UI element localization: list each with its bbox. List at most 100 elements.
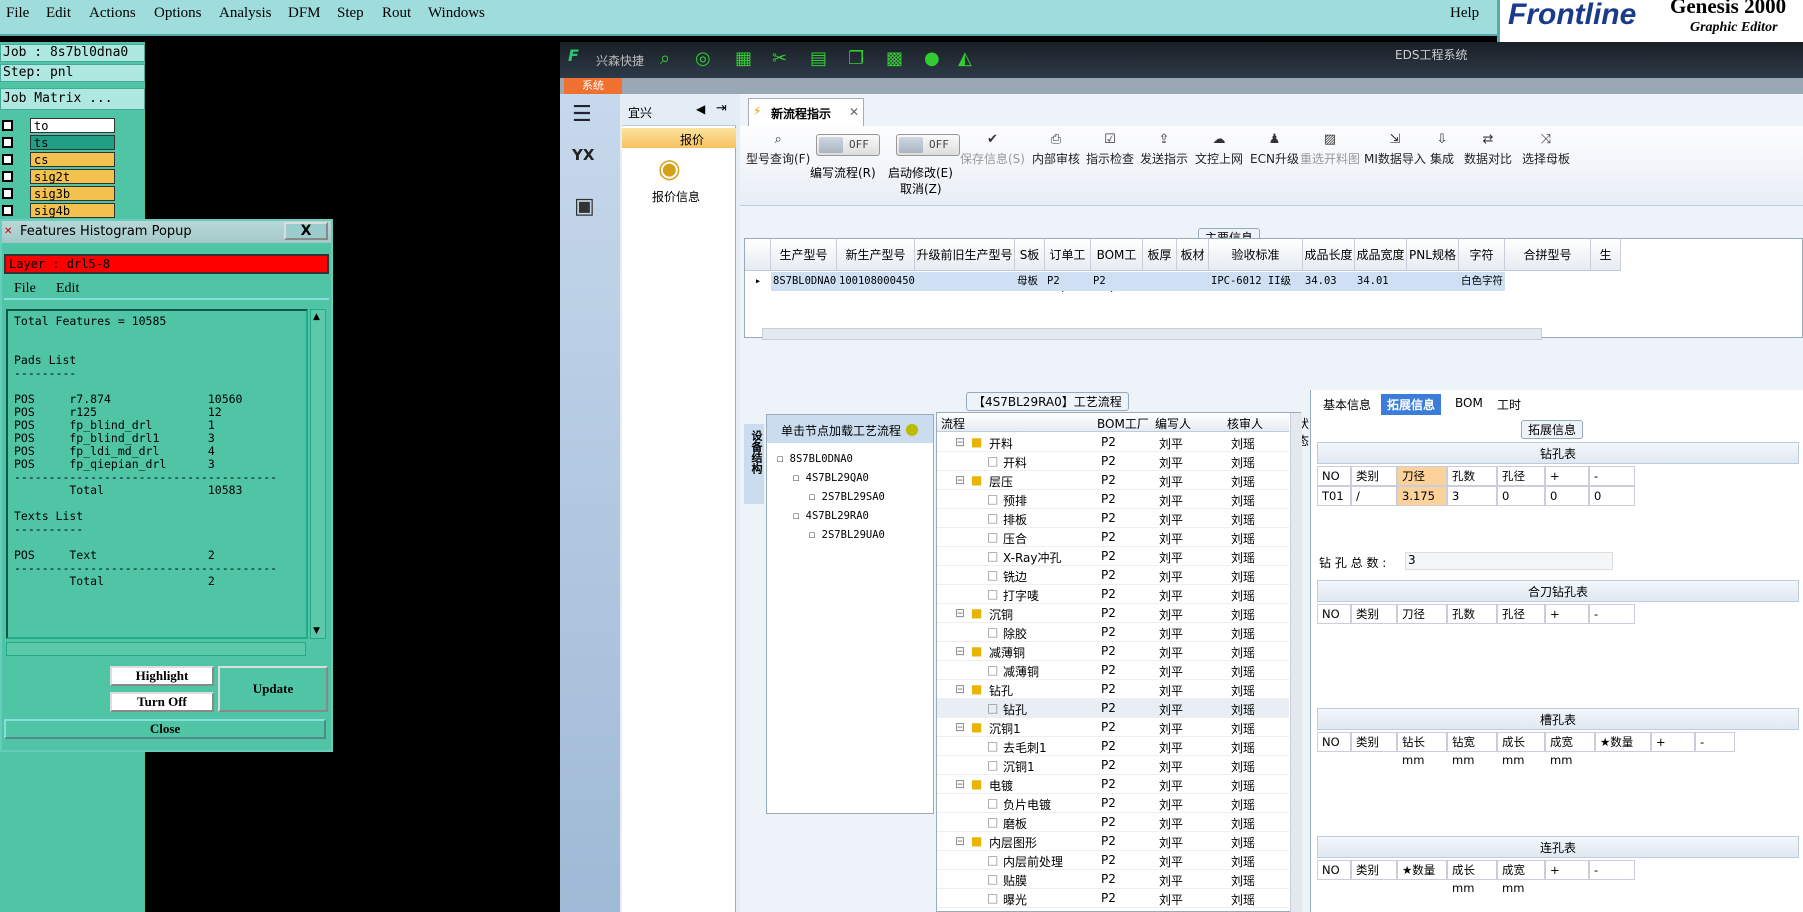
side-label[interactable]: 设备结构 bbox=[744, 424, 764, 504]
table-header-cell[interactable]: NO bbox=[1317, 860, 1351, 880]
layer-checkbox[interactable] bbox=[2, 154, 13, 165]
grid-header-cell[interactable]: 成品长度 bbox=[1303, 239, 1355, 271]
grid-header-cell[interactable]: 成品宽度 bbox=[1355, 239, 1407, 271]
flow-row[interactable]: ⊟■沉铜P2刘平刘瑶已上R bbox=[937, 604, 1289, 623]
table-header-cell[interactable]: 孔径 bbox=[1497, 466, 1545, 486]
layer-row[interactable]: sig4b bbox=[0, 203, 116, 218]
layer-checkbox[interactable] bbox=[2, 205, 13, 216]
menu-file[interactable]: File bbox=[6, 5, 29, 22]
flow-row[interactable]: □内层前处理P2刘平刘瑶已上R bbox=[937, 851, 1289, 870]
flow-row[interactable]: ⊟■减薄铜P2刘平刘瑶已上R bbox=[937, 642, 1289, 661]
flow-row[interactable]: □开料P2刘平刘瑶已上R bbox=[937, 452, 1289, 471]
grid-cell[interactable]: 8S7BL0DNA0 bbox=[771, 272, 837, 291]
grid-header-cell[interactable]: 验收标准 bbox=[1209, 239, 1303, 271]
report-vertical-scrollbar[interactable]: ▲ ▼ bbox=[310, 309, 326, 639]
table-header-cell[interactable]: - bbox=[1589, 860, 1635, 880]
table-header-cell[interactable]: 钻长mm bbox=[1397, 732, 1447, 767]
table-header-cell[interactable]: + bbox=[1651, 732, 1695, 752]
table-header-cell[interactable]: 孔数 bbox=[1447, 466, 1497, 486]
grid-icon[interactable]: ▦ bbox=[735, 48, 752, 69]
layer-checkbox[interactable] bbox=[2, 137, 13, 148]
layer-name[interactable]: to bbox=[30, 118, 115, 133]
grid-header-cell[interactable]: S板 bbox=[1015, 239, 1045, 271]
table-header-cell[interactable]: 孔数 bbox=[1447, 604, 1497, 624]
layer-row[interactable]: sig2t bbox=[0, 169, 116, 184]
table-header-cell[interactable]: + bbox=[1545, 466, 1589, 486]
grid-cell[interactable]: 白色字符 bbox=[1459, 272, 1505, 291]
upload-button[interactable]: ⇪ 发送指示 bbox=[1140, 132, 1188, 167]
table-header-cell[interactable]: NO bbox=[1317, 732, 1351, 752]
job-matrix-button[interactable]: Job Matrix ... bbox=[0, 88, 145, 110]
flow-row[interactable]: ⊟■沉铜1P2刘平刘瑶已上R bbox=[937, 718, 1289, 737]
flow-row[interactable]: □磨板P2刘平刘瑶已上R bbox=[937, 813, 1289, 832]
layer-checkbox[interactable] bbox=[2, 120, 13, 131]
grid-cell[interactable] bbox=[915, 272, 1015, 291]
flow-row[interactable]: □显影P2刘平刘瑶已上R bbox=[937, 908, 1289, 912]
flow-row[interactable]: □X-Ray冲孔P2刘平刘瑶已上R bbox=[937, 547, 1289, 566]
table-cell[interactable]: 0 bbox=[1497, 486, 1545, 506]
layer-name[interactable]: sig2t bbox=[30, 169, 115, 184]
popup-titlebar[interactable]: ✕ Features Histogram Popup X bbox=[2, 221, 331, 243]
table-header-cell[interactable]: ★数量 bbox=[1397, 860, 1447, 880]
grid-header-cell[interactable]: 板材 bbox=[1177, 239, 1209, 271]
grid-cell[interactable] bbox=[1143, 272, 1177, 291]
layer-name[interactable]: sig4b bbox=[30, 203, 115, 218]
printer-button[interactable]: ⎙ 内部审核 bbox=[1032, 132, 1080, 167]
flow-row[interactable]: □排板P2刘平刘瑶已上R bbox=[937, 509, 1289, 528]
layer-name[interactable]: ts bbox=[30, 135, 115, 150]
menu-edit[interactable]: Edit bbox=[46, 5, 71, 22]
flow-row[interactable]: □打字唛P2刘平刘瑶已上R bbox=[937, 585, 1289, 604]
table-header-cell[interactable]: 孔径 bbox=[1497, 604, 1545, 624]
tab-close-icon[interactable]: ✕ bbox=[849, 105, 859, 119]
calculator-icon[interactable]: ▣ bbox=[574, 194, 595, 219]
report-horizontal-scrollbar[interactable] bbox=[6, 642, 306, 656]
highlight-button[interactable]: Highlight bbox=[110, 666, 214, 686]
right-tab[interactable]: 基本信息 bbox=[1317, 394, 1377, 415]
grid-header-cell[interactable]: PNL规格 bbox=[1407, 239, 1459, 271]
layer-row[interactable]: ts bbox=[0, 135, 116, 150]
grid-cell[interactable]: 34.01 bbox=[1355, 272, 1407, 291]
tree-node[interactable]: ☐ 8S7BL0DNA0 bbox=[777, 453, 853, 465]
layer-row[interactable]: to bbox=[0, 118, 116, 133]
flow-row[interactable]: ⊟■电镀P2刘平刘瑶已上R bbox=[937, 775, 1289, 794]
flow-row[interactable]: ⊟■层压P2刘平刘瑶已上R bbox=[937, 471, 1289, 490]
collapse-node-icon[interactable]: ⊟ bbox=[955, 777, 965, 791]
cloud-button[interactable]: ☁ 文控上网 bbox=[1195, 132, 1243, 167]
person-button[interactable]: ♟ ECN升级 bbox=[1250, 132, 1299, 167]
table-cell[interactable]: T01 bbox=[1317, 486, 1351, 506]
yx-factory-icon[interactable]: YX bbox=[572, 146, 594, 164]
table-header-cell[interactable]: NO bbox=[1317, 604, 1351, 624]
start-modify-toggle[interactable]: OFF bbox=[896, 134, 960, 156]
grid-cell[interactable]: IPC-6012 II级 bbox=[1209, 272, 1303, 291]
close-button[interactable]: Close bbox=[4, 719, 326, 739]
turn-off-button[interactable]: Turn Off bbox=[110, 692, 214, 712]
table-header-cell[interactable]: 成长mm bbox=[1497, 732, 1545, 767]
table-cell[interactable]: 3 bbox=[1447, 486, 1497, 506]
tree-node[interactable]: ☐ 2S7BL29SA0 bbox=[809, 491, 885, 503]
flow-row[interactable]: □曝光P2刘平刘瑶已上R bbox=[937, 889, 1289, 908]
menu-windows[interactable]: Windows bbox=[428, 5, 485, 22]
logout-icon[interactable]: ⇥ bbox=[716, 101, 727, 116]
import-button[interactable]: ⇲ MI数据导入 bbox=[1364, 132, 1426, 167]
right-tab[interactable]: BOM bbox=[1449, 394, 1489, 412]
grid-cell[interactable]: 母板 bbox=[1015, 272, 1045, 291]
shuffle-button[interactable]: ⤨ 选择母板 bbox=[1522, 132, 1570, 167]
flow-row[interactable]: ⊟■开料P2刘平刘瑶已上R bbox=[937, 433, 1289, 452]
table-cell[interactable]: 0 bbox=[1589, 486, 1635, 506]
table-cell[interactable]: 3.175 bbox=[1397, 486, 1447, 506]
popup-menu-edit[interactable]: Edit bbox=[56, 281, 79, 297]
cancel-label[interactable]: 取消(Z) bbox=[900, 180, 942, 197]
collapse-icon[interactable]: ◀ bbox=[696, 102, 705, 116]
layer-name[interactable]: sig3b bbox=[30, 186, 115, 201]
table-header-cell[interactable]: 成宽mm bbox=[1545, 732, 1595, 767]
layer-checkbox[interactable] bbox=[2, 188, 13, 199]
menu-analysis[interactable]: Analysis bbox=[219, 5, 272, 22]
lifebuoy-icon[interactable]: ◎ bbox=[695, 48, 711, 69]
copy-icon[interactable]: ❐ bbox=[848, 48, 864, 69]
flow-row[interactable]: □负片电镀P2刘平刘瑶已上R bbox=[937, 794, 1289, 813]
check-button[interactable]: ✔ 保存信息(S) bbox=[960, 132, 1025, 167]
menu-rout[interactable]: Rout bbox=[382, 5, 411, 22]
collapse-node-icon[interactable]: ⊟ bbox=[955, 473, 965, 487]
coins-icon[interactable]: ◉ bbox=[658, 154, 681, 184]
drill-total-field[interactable]: 3 bbox=[1405, 552, 1613, 570]
